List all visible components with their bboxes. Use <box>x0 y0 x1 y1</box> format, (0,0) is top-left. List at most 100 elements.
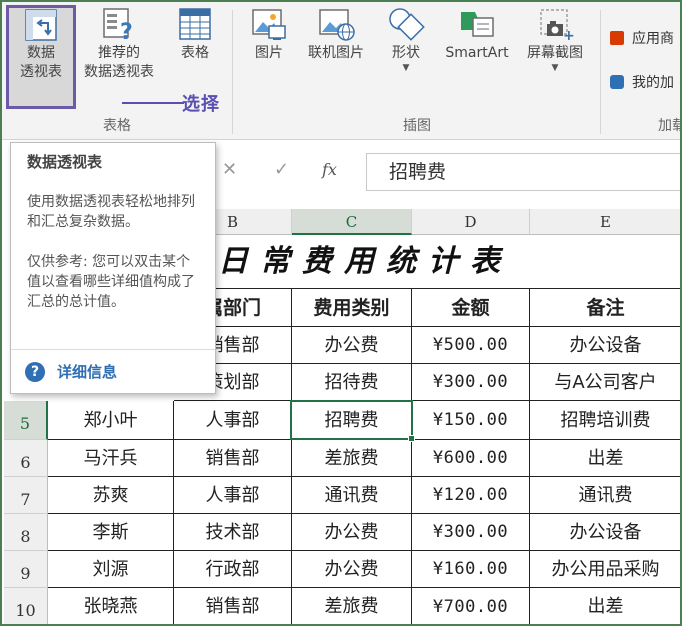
fill-handle[interactable] <box>408 435 415 442</box>
picture-button[interactable]: 图片 <box>242 6 296 63</box>
table-cell[interactable]: 招待费 <box>292 364 412 401</box>
row-header-9[interactable]: 9 <box>4 551 48 588</box>
addins-icon <box>610 75 624 89</box>
table-cell[interactable]: 差旅费 <box>292 588 412 624</box>
header-amount[interactable]: 金额 <box>412 289 530 327</box>
table-button[interactable]: 表格 <box>168 6 222 63</box>
table-icon <box>179 8 211 40</box>
table-cell[interactable]: 与A公司客户 <box>530 364 680 401</box>
column-header-d[interactable]: D <box>412 209 530 235</box>
excel-window: 数据 透视表 ? 推荐的 数据透视表 表格 选择 表格 图片 联机图片 形状 ▼… <box>0 0 682 626</box>
tooltip-more-info-link[interactable]: ? 详细信息 <box>25 361 117 382</box>
table-cell[interactable]: ¥300.00 <box>412 364 530 401</box>
screenshot-button[interactable]: + 屏幕截图 ▼ <box>518 6 592 73</box>
group-label-illustrations: 插图 <box>403 118 431 134</box>
table-cell[interactable]: ¥120.00 <box>412 477 530 514</box>
tooltip-more-label: 详细信息 <box>57 363 118 381</box>
store-icon <box>610 31 624 45</box>
screenshot-icon: + <box>540 9 575 42</box>
insert-function-icon[interactable]: fx <box>322 160 337 179</box>
table-cell[interactable]: ¥700.00 <box>412 588 530 624</box>
table-cell[interactable]: 行政部 <box>174 551 292 588</box>
table-cell[interactable]: ¥160.00 <box>412 551 530 588</box>
table-cell[interactable]: 张晓燕 <box>48 588 174 624</box>
smartart-button[interactable]: SmartArt <box>438 6 516 63</box>
row-header-7[interactable]: 7 <box>4 477 48 514</box>
screenshot-dropdown-icon: ▼ <box>551 63 559 73</box>
row-header-6[interactable]: 6 <box>4 440 48 477</box>
pivot-table-icon <box>25 9 57 41</box>
table-cell[interactable]: 人事部 <box>174 477 292 514</box>
shapes-button[interactable]: 形状 ▼ <box>382 6 430 73</box>
column-header-e[interactable]: E <box>530 209 680 235</box>
table-cell[interactable]: 差旅费 <box>292 440 412 477</box>
table-cell[interactable]: 销售部 <box>174 440 292 477</box>
table-cell[interactable]: 通讯费 <box>292 477 412 514</box>
row-header-5[interactable]: 5 <box>4 401 48 440</box>
group-separator <box>600 10 601 134</box>
picture-icon <box>252 9 286 40</box>
table-cell[interactable]: 马汗兵 <box>48 440 174 477</box>
smartart-label: SmartArt <box>445 45 509 61</box>
svg-text:+: + <box>563 28 575 42</box>
table-cell[interactable]: 刘源 <box>48 551 174 588</box>
tooltip-title: 数据透视表 <box>27 153 103 171</box>
store-label: 应用商 <box>632 31 674 47</box>
row-header-8[interactable]: 8 <box>4 514 48 551</box>
recommended-pivot-icon: ? <box>103 8 133 42</box>
table-cell[interactable]: 李斯 <box>48 514 174 551</box>
table-cell[interactable]: 办公费 <box>292 514 412 551</box>
table-cell[interactable]: 通讯费 <box>530 477 680 514</box>
pivot-table-label-2: 透视表 <box>20 64 62 80</box>
picture-label: 图片 <box>255 45 283 61</box>
online-picture-button[interactable]: 联机图片 <box>300 6 372 63</box>
column-header-c[interactable]: C <box>292 209 412 235</box>
my-addins-label: 我的加 <box>632 75 674 91</box>
table-cell[interactable]: 人事部 <box>174 401 292 440</box>
table-cell[interactable]: 苏爽 <box>48 477 174 514</box>
recommended-pivot-label-2: 数据透视表 <box>84 64 154 80</box>
group-label-tables: 表格 <box>103 118 131 134</box>
my-addins-button[interactable]: 我的加 <box>610 72 674 92</box>
shapes-icon <box>389 8 425 41</box>
table-cell[interactable]: 办公费 <box>292 327 412 364</box>
table-cell[interactable]: 办公设备 <box>530 327 680 364</box>
row-header-10[interactable]: 10 <box>4 588 48 624</box>
online-picture-label: 联机图片 <box>308 45 364 61</box>
formula-input[interactable]: 招聘费 <box>366 153 680 191</box>
pivot-table-button[interactable]: 数据 透视表 <box>6 5 76 109</box>
header-note[interactable]: 备注 <box>530 289 680 327</box>
pivot-table-label-1: 数据 <box>27 45 55 61</box>
table-cell[interactable]: 办公用品采购 <box>530 551 680 588</box>
table-cell[interactable]: ¥150.00 <box>412 401 530 440</box>
table-cell[interactable]: 办公设备 <box>530 514 680 551</box>
table-cell[interactable]: ¥300.00 <box>412 514 530 551</box>
annotation-line <box>122 102 184 104</box>
screenshot-label: 屏幕截图 <box>527 45 583 61</box>
table-cell[interactable]: 办公费 <box>292 551 412 588</box>
table-cell[interactable]: 郑小叶 <box>48 401 174 440</box>
smartart-icon <box>461 12 494 37</box>
tooltip-tip: 仅供参考: 您可以双击某个值以查看哪些详细值构成了汇总的总计值。 <box>27 254 195 310</box>
table-cell[interactable]: 出差 <box>530 440 680 477</box>
header-type[interactable]: 费用类别 <box>292 289 412 327</box>
recommended-pivot-label-1: 推荐的 <box>98 45 140 61</box>
table-cell[interactable]: 出差 <box>530 588 680 624</box>
svg-text:?: ? <box>120 20 133 42</box>
table-cell[interactable]: 招聘培训费 <box>530 401 680 440</box>
table-cell[interactable]: ¥600.00 <box>412 440 530 477</box>
table-cell[interactable]: 销售部 <box>174 588 292 624</box>
cancel-icon[interactable]: ✕ <box>222 159 237 180</box>
ribbon-insert: 数据 透视表 ? 推荐的 数据透视表 表格 选择 表格 图片 联机图片 形状 ▼… <box>2 2 680 140</box>
table-cell[interactable]: ¥500.00 <box>412 327 530 364</box>
recommended-pivot-button[interactable]: ? 推荐的 数据透视表 <box>78 6 160 82</box>
table-cell[interactable]: 技术部 <box>174 514 292 551</box>
enter-icon[interactable]: ✓ <box>274 159 289 180</box>
annotation-select-label: 选择 <box>182 94 220 115</box>
shapes-label: 形状 <box>392 45 420 61</box>
table-cell[interactable]: 招聘费 <box>292 401 412 440</box>
table-label: 表格 <box>181 45 209 61</box>
group-label-addins: 加载 <box>658 118 680 134</box>
group-separator <box>232 10 233 134</box>
store-button[interactable]: 应用商 <box>610 28 674 48</box>
